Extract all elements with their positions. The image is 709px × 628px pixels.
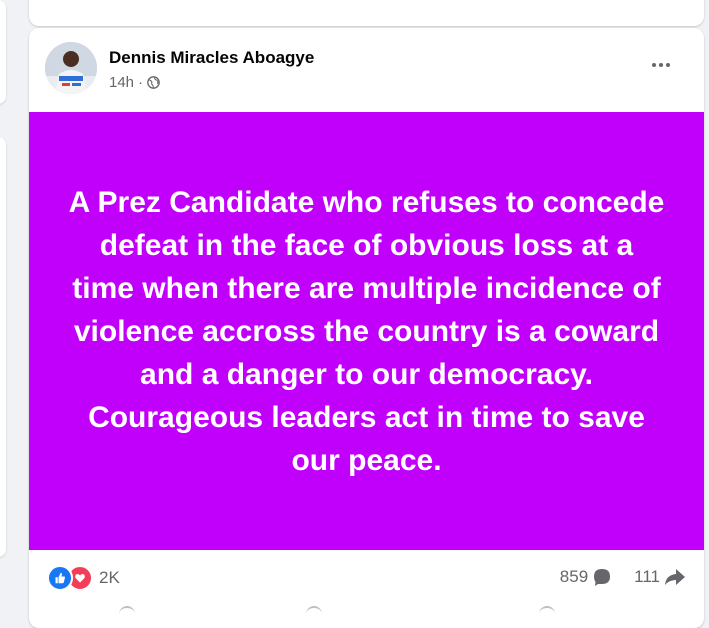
left-sidebar-card (0, 0, 6, 104)
share-icon (664, 567, 686, 587)
shares-stat[interactable]: 111 (634, 567, 686, 587)
post-meta: 14h · (109, 74, 160, 91)
comment-icon (592, 567, 612, 587)
reaction-count: 2K (99, 568, 120, 587)
meta-separator: · (138, 74, 144, 91)
post-time[interactable]: 14h (109, 74, 134, 91)
post-card: Dennis Miracles Aboagye 14h · A Prez Can… (29, 28, 704, 628)
share-count: 111 (634, 567, 660, 586)
reactions-summary[interactable]: 2K (47, 565, 120, 591)
previous-post-card (29, 0, 704, 26)
more-options-icon[interactable] (648, 58, 674, 72)
comments-stat[interactable]: 859 (560, 567, 612, 587)
comment-action-icon[interactable] (306, 606, 322, 614)
left-sidebar-card (0, 137, 6, 557)
globe-icon[interactable] (147, 76, 160, 89)
like-action-icon[interactable] (119, 606, 135, 614)
comment-count: 859 (559, 567, 589, 586)
avatar[interactable] (45, 42, 97, 94)
post-text: A Prez Candidate who refuses to concede … (68, 185, 665, 477)
post-stats: 859 111 (560, 567, 686, 587)
share-action-icon[interactable] (539, 606, 555, 614)
profile-photo (45, 42, 97, 94)
post-author[interactable]: Dennis Miracles Aboagye (109, 48, 314, 68)
post-text-background: A Prez Candidate who refuses to concede … (29, 112, 704, 550)
like-icon (47, 565, 73, 591)
